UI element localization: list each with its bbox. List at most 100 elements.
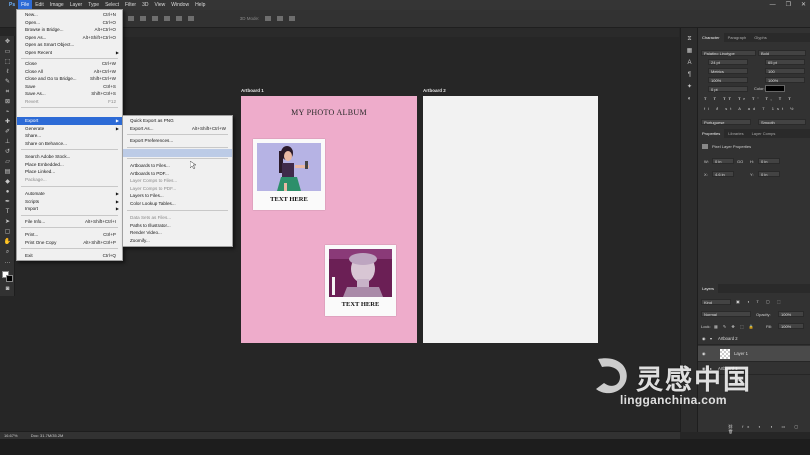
type-tool-icon[interactable]: T — [3, 209, 12, 216]
faux-style-buttons[interactable]: T T TT Tr T' T, T T — [704, 96, 794, 101]
healing-tool-icon[interactable]: ✚ — [3, 119, 12, 126]
more-tools-icon[interactable]: … — [3, 259, 12, 266]
tab-character[interactable]: Character — [698, 33, 724, 42]
layer-filter-kind[interactable]: Kind — [701, 299, 731, 305]
tab-libraries[interactable]: Libraries — [724, 129, 747, 138]
close-icon[interactable]: ✕ — [801, 0, 806, 10]
artboard-tool-icon[interactable]: ▭ — [3, 49, 12, 56]
menu-item-open[interactable]: Open... Ctrl+O — [17, 19, 122, 27]
menu-item-print-one-copy[interactable]: Print One Copy Alt+Shift+Ctrl+P — [17, 239, 122, 247]
background-color-swatch[interactable] — [6, 275, 13, 282]
align-bottom-icon[interactable] — [187, 16, 194, 21]
menu-item-quick-export-png[interactable]: Quick Export as PNG — [123, 117, 232, 125]
artboard-2-label[interactable]: Artboard 2 — [423, 88, 446, 93]
x-field[interactable]: 4.6 in — [712, 171, 734, 177]
menu-item-save-as[interactable]: Save As... Shift+Ctrl+S — [17, 90, 122, 98]
tab-glyphs[interactable]: Glyphs — [750, 33, 770, 42]
menu-item-paths-illustrator[interactable]: Paths to Illustrator... — [123, 222, 232, 230]
zoom-readout[interactable]: 16.67% — [4, 433, 18, 438]
dodge-tool-icon[interactable]: ● — [3, 189, 12, 196]
crop-tool-icon[interactable]: ⌗ — [3, 89, 12, 96]
go-link-button[interactable]: GO — [737, 159, 743, 164]
text-color-swatch[interactable] — [765, 85, 785, 92]
menu-item-scripts[interactable]: Scripts ▶ — [17, 198, 122, 206]
gradient-tool-icon[interactable]: ▤ — [3, 169, 12, 176]
path-select-tool-icon[interactable]: ➤ — [3, 219, 12, 226]
menu-item-open-smart-object[interactable]: Open as Smart Object... — [17, 41, 122, 49]
menu-view[interactable]: View — [152, 0, 169, 10]
expand-arrow-icon[interactable]: ▾ — [710, 333, 712, 345]
artboard-2[interactable] — [423, 96, 598, 343]
align-right-icon[interactable] — [151, 16, 158, 21]
restore-icon[interactable]: ❐ — [786, 0, 791, 10]
language-select[interactable]: Portuguese — [701, 119, 751, 125]
character-panel-icon[interactable]: A — [685, 60, 694, 67]
opacity-field[interactable]: 100% — [778, 311, 804, 317]
menu-help[interactable]: Help — [192, 0, 208, 10]
stamp-tool-icon[interactable]: ⊥ — [3, 139, 12, 146]
quick-mask-icon[interactable]: ◙ — [3, 286, 12, 293]
zoom-tool-icon[interactable]: ⌕ — [3, 249, 12, 256]
menu-item-artboards-to-files[interactable]: Artboards to Files... — [123, 162, 232, 170]
menu-item-share[interactable]: Share... — [17, 132, 122, 140]
tab-properties[interactable]: Properties — [698, 129, 725, 138]
menu-item-artboards-to-pdf[interactable]: Artboards to PDF... — [123, 170, 232, 178]
3d-rotate-icon[interactable] — [265, 16, 272, 21]
align-middle-icon[interactable] — [175, 16, 182, 21]
minimize-icon[interactable]: — — [770, 0, 776, 10]
tracking-field[interactable]: 100 — [765, 68, 805, 74]
layer-filter-icons[interactable]: ▣ ◑ T ▢ ⬚ — [736, 299, 784, 304]
eye-icon[interactable]: ◉ — [702, 333, 706, 345]
shape-tool-icon[interactable]: ▢ — [3, 229, 12, 236]
menu-item-search-stock[interactable]: Search Adobe Stock... — [17, 153, 122, 161]
tab-layer-comps[interactable]: Layer Comps — [748, 129, 780, 138]
align-center-icon[interactable] — [139, 16, 146, 21]
brushes-panel-icon[interactable]: ✦ — [685, 84, 694, 91]
menu-item-place-embedded[interactable]: Place Embedded... — [17, 161, 122, 169]
menu-item-place-linked[interactable]: Place Linked... — [17, 168, 122, 176]
menu-item-new[interactable]: New... Ctrl+N — [17, 11, 122, 19]
move-tool-icon[interactable]: ✥ — [3, 39, 12, 46]
layer-row-artboard-2[interactable]: ◉ ▾ Artboard 2 — [698, 333, 810, 345]
eyedropper-tool-icon[interactable]: ⌁ — [3, 109, 12, 116]
font-family-select[interactable]: Palatino Linotype — [701, 50, 756, 56]
menu-item-export[interactable]: Export ▶ — [17, 117, 122, 125]
menu-item-close-all[interactable]: Close All Alt+Ctrl+W — [17, 68, 122, 76]
menu-window[interactable]: Window — [168, 0, 192, 10]
artboard-1-label[interactable]: Artboard 1 — [241, 88, 264, 93]
menu-item-automate[interactable]: Automate ▶ — [17, 190, 122, 198]
lasso-tool-icon[interactable]: ℓ — [3, 69, 12, 76]
quick-select-tool-icon[interactable]: ✎ — [3, 79, 12, 86]
menu-item-print[interactable]: Print... Ctrl+P — [17, 231, 122, 239]
photo-card-1[interactable]: TEXT HERE — [253, 139, 325, 210]
horizontal-scale-field[interactable]: 100% — [765, 77, 805, 83]
font-size-field[interactable]: 24 pt — [708, 59, 748, 65]
frame-tool-icon[interactable]: ⊠ — [3, 99, 12, 106]
menu-item-save[interactable]: Save Ctrl+S — [17, 83, 122, 91]
adjust-panel-icon[interactable]: ◐ — [685, 96, 694, 103]
menu-item-generate[interactable]: Generate ▶ — [17, 125, 122, 133]
menu-item-color-lookup[interactable]: Color Lookup Tables... — [123, 200, 232, 208]
blend-mode-select[interactable]: Normal — [701, 311, 751, 317]
photo-card-2[interactable]: TEXT HERE — [325, 245, 396, 316]
menu-item-open-recent[interactable]: Open Recent ▶ — [17, 49, 122, 57]
font-style-select[interactable]: Bold — [758, 50, 806, 56]
eraser-tool-icon[interactable]: ▱ — [3, 159, 12, 166]
menu-item-render-video[interactable]: Render Video... — [123, 229, 232, 237]
menu-item-open-as[interactable]: Open As... Alt+Shift+Ctrl+O — [17, 34, 122, 42]
align-top-icon[interactable] — [163, 16, 170, 21]
align-left-icon[interactable] — [127, 16, 134, 21]
3d-pan-icon[interactable] — [289, 16, 296, 21]
pen-tool-icon[interactable]: ✒ — [3, 199, 12, 206]
menu-item-save-for-web[interactable]: Save for Web (Legacy)... Alt+Shift+Ctrl+S — [123, 149, 232, 157]
menu-3d[interactable]: 3D — [139, 0, 151, 10]
antialias-select[interactable]: Smooth — [758, 119, 806, 125]
vertical-scale-field[interactable]: 100% — [708, 77, 748, 83]
menu-item-export-as[interactable]: Export As... Alt+Shift+Ctrl+W — [123, 125, 232, 133]
lock-icons[interactable]: ▦ ✎ ✥ ⬚ 🔒 — [714, 324, 756, 329]
artboard-1[interactable]: MY PHOTO ALBUM TEXT HERE TEXT HERE — [241, 96, 417, 343]
kerning-field[interactable]: Metrics — [708, 68, 748, 74]
menu-filter[interactable]: Filter — [122, 0, 139, 10]
brush-tool-icon[interactable]: ✐ — [3, 129, 12, 136]
menu-item-layers-to-files[interactable]: Layers to Files... — [123, 192, 232, 200]
